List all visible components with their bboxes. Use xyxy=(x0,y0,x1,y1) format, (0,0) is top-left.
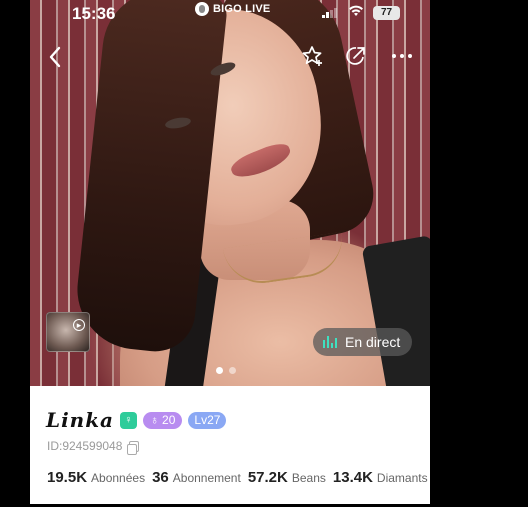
bigo-logo-icon xyxy=(195,2,209,16)
diamonds-label: Diamants xyxy=(376,471,428,485)
user-id: ID:924599048 xyxy=(47,439,123,453)
star-plus-icon[interactable] xyxy=(300,44,324,68)
profile-photo[interactable]: 15:36 BIGO LIVE 77 ▸ En direct xyxy=(30,0,430,386)
chevron-left-icon[interactable] xyxy=(44,44,66,70)
signal-icon xyxy=(322,8,337,18)
followers-label[interactable]: Abonnées xyxy=(91,471,145,485)
app-brand: BIGO LIVE xyxy=(195,2,270,16)
fan-badge-value: 20 xyxy=(162,413,176,427)
following-label[interactable]: Abonnement xyxy=(173,471,241,485)
following-count[interactable]: 36 xyxy=(152,469,169,486)
beans-count: 57.2K xyxy=(247,469,288,486)
beans-label: Beans xyxy=(291,471,326,485)
battery-icon: 77 xyxy=(373,6,400,20)
share-icon[interactable] xyxy=(344,44,368,68)
live-button[interactable]: En direct xyxy=(313,328,413,356)
profile-info: Linka ♀ ♁ 20 Lv27 ID:924599048 19.5K Abo… xyxy=(30,386,430,504)
live-label: En direct xyxy=(345,334,401,350)
wifi-icon xyxy=(348,5,364,20)
video-thumbnail[interactable]: ▸ xyxy=(46,312,90,352)
user-name: Linka xyxy=(46,408,115,432)
copy-icon[interactable] xyxy=(127,440,140,455)
fan-icon: ♁ xyxy=(150,413,160,427)
status-bar: 15:36 BIGO LIVE 77 xyxy=(30,0,430,26)
stats-row: 19.5K Abonnées 36 Abonnement 57.2K Beans… xyxy=(47,469,430,486)
carousel-dot[interactable] xyxy=(216,367,223,374)
app-name: BIGO LIVE xyxy=(213,3,271,15)
name-row: Linka ♀ ♁ 20 Lv27 xyxy=(46,408,227,432)
gender-female-icon: ♀ xyxy=(120,411,138,429)
live-bars-icon xyxy=(323,336,337,348)
level-badge[interactable]: Lv27 xyxy=(188,411,227,429)
diamonds-count: 13.4K xyxy=(332,469,373,486)
status-time: 15:36 xyxy=(72,4,116,23)
fan-badge[interactable]: ♁ 20 xyxy=(143,411,183,429)
play-icon: ▸ xyxy=(73,319,85,331)
followers-count[interactable]: 19.5K xyxy=(47,469,87,486)
more-horizontal-icon[interactable] xyxy=(390,44,414,68)
profile-screen: 15:36 BIGO LIVE 77 ▸ En direct Linka ♀ ♁… xyxy=(30,0,430,504)
carousel-dot[interactable] xyxy=(229,367,236,374)
id-row[interactable]: ID:924599048 xyxy=(47,439,140,455)
carousel-indicator xyxy=(216,367,236,374)
